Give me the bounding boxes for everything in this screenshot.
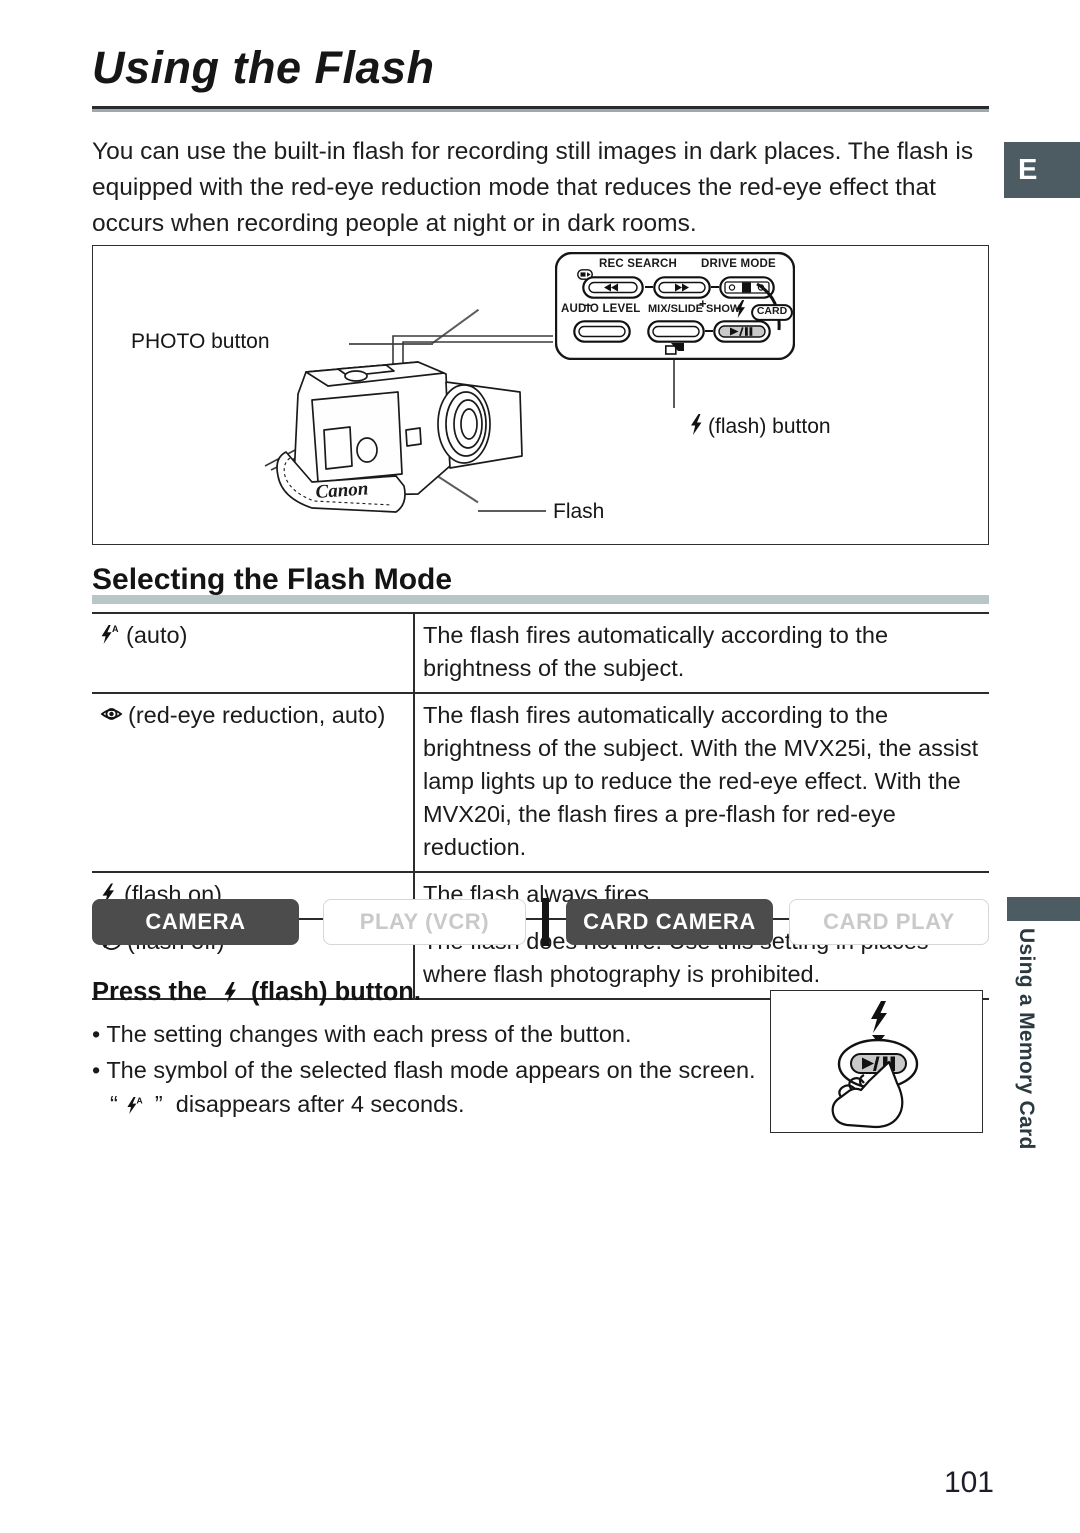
flash-bolt-icon [871,1001,887,1033]
instruction-heading: Press the (flash) button. [92,978,421,1007]
brand-wordmark: Canon [315,478,369,503]
flash-bolt-icon [690,414,703,435]
operating-mode-badges: CAMERA PLAY (VCR) CARD CAMERA CARD PLAY [92,898,989,947]
flash-mode-cell: (red-eye reduction, auto) [92,692,415,872]
flash-auto-icon: A [126,1095,146,1115]
flash-play-pause-button[interactable] [713,320,771,343]
quote-open: “ [110,1091,118,1117]
flash-button-label-text: (flash) button [708,415,831,438]
panel-connector-2 [711,286,719,289]
side-tab-marker [1007,897,1080,921]
flash-bolt-icon [735,300,745,318]
card-label: CARD [756,305,788,317]
control-label-audio-level: AUDIO LEVEL [561,303,641,315]
figure-label-photo-button: PHOTO button [131,330,270,353]
intro-paragraph: You can use the built-in flash for recor… [92,138,974,237]
rec-search-back-button[interactable] [582,276,644,299]
control-label-rec-search: REC SEARCH [599,258,678,270]
mode-badge-divider [542,898,549,946]
panel-connector-1 [645,286,653,289]
page-number: 101 [943,1466,994,1499]
instruction-bullet-2: • The symbol of the selected flash mode … [92,1057,756,1083]
panel-connector-3 [705,330,713,333]
flash-bolt-icon [223,981,237,1003]
svg-text:A: A [137,1096,143,1106]
camera-figure: PHOTO button (flash) button Flash REC SE… [92,245,989,545]
red-eye-reduction-icon [100,703,124,725]
control-panel-callout: REC SEARCH DRIVE MODE – + CARD AUDIO LEV… [555,252,795,360]
instruction-bullet-3: “ A ” disappears after 4 seconds. [110,1087,464,1121]
quote-close: ” [154,1091,163,1117]
table-row: A (auto) The flash fires automatically a… [92,612,989,693]
mode-badge-play-vcr[interactable]: PLAY (VCR) [323,899,526,945]
instruction-bullet-1: • The setting changes with each press of… [92,1021,632,1047]
title-divider [92,106,989,112]
mode-badge-card-camera[interactable]: CARD CAMERA [566,899,773,945]
flash-mode-label: (auto) [126,622,188,648]
card-badge: CARD [751,304,793,321]
instruction-heading-before: Press the [92,978,207,1006]
flash-mode-description: The flash fires automatically according … [414,612,989,693]
control-label-mix-slide-show: MIX/SLIDE SHOW [648,303,741,315]
camcorder-illustration: Canon [276,361,523,513]
section-heading: Selecting the Flash Mode [92,563,453,596]
side-tab-label: Using a Memory Card [1015,928,1038,1150]
language-badge: E [1004,142,1080,198]
svg-text:A: A [112,624,119,634]
leader-line-flash-button [673,354,675,408]
control-label-drive-mode: DRIVE MODE [701,258,776,270]
flash-mode-cell: A (auto) [92,612,415,693]
mix-slide-show-button[interactable] [647,320,705,343]
instruction-heading-after: (flash) button. [251,978,421,1006]
slide-show-icon [665,343,684,355]
mode-badge-card-play[interactable]: CARD PLAY [789,899,989,945]
instruction-bullet-3-text: disappears after 4 seconds. [169,1091,465,1117]
button-press-illustration [770,990,983,1133]
mode-badge-camera[interactable]: CAMERA [92,899,299,945]
page-title: Using the Flash [92,42,435,93]
figure-label-flash-button: (flash) button [690,414,831,439]
flash-mode-label: (red-eye reduction, auto) [128,702,386,728]
audio-level-button[interactable] [573,320,631,343]
flash-auto-icon: A [100,623,122,645]
table-row: (red-eye reduction, auto) The flash fire… [92,692,989,872]
flash-mode-description: The flash fires automatically according … [414,692,989,872]
